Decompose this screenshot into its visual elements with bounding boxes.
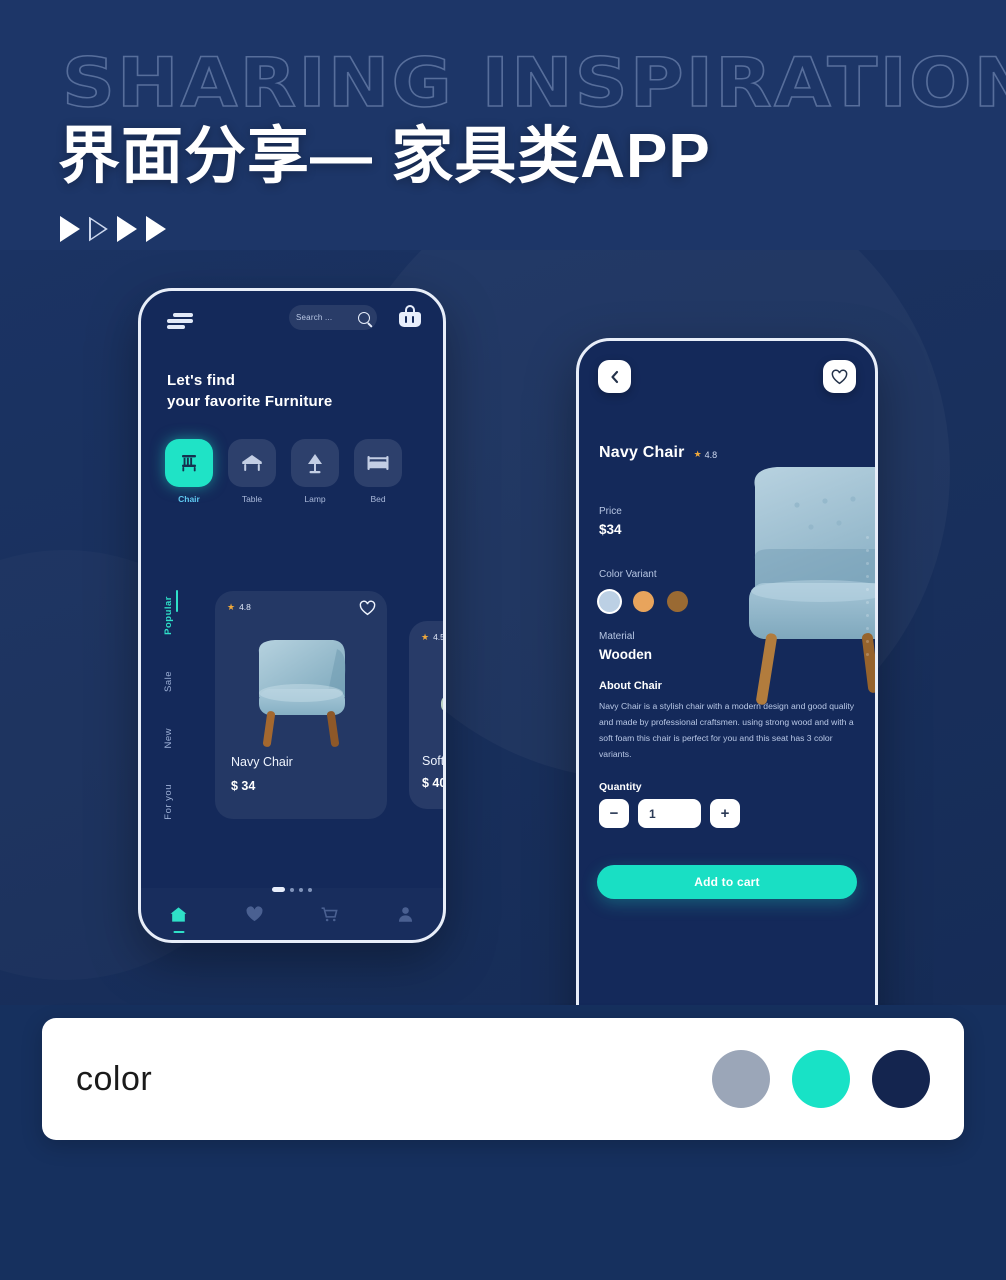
detail-product-name: Navy Chair [599, 444, 685, 461]
chevron-left-icon [610, 370, 618, 383]
hamburger-icon[interactable] [167, 313, 193, 329]
search-icon [358, 311, 370, 324]
about-text: Navy Chair is a stylish chair with a mod… [599, 701, 855, 759]
color-variant-label: Color Variant [599, 569, 657, 580]
category-bed[interactable]: Bed [354, 439, 402, 504]
profile-icon [398, 907, 412, 922]
heart-icon [246, 906, 263, 922]
side-tab-popular[interactable]: Popular [163, 596, 174, 635]
triangle-outline-icon [89, 217, 108, 242]
category-table[interactable]: Table [228, 439, 276, 504]
detail-product-image [749, 467, 875, 705]
material-label: Material [599, 631, 635, 642]
rating-value: 4.8 [239, 602, 251, 612]
detail-title-row: Navy Chair ★ 4.8 [599, 444, 717, 462]
category-chair[interactable]: Chair [165, 439, 213, 504]
quantity-label: Quantity [599, 781, 642, 793]
side-tab-list: Popular Sale New For you [163, 590, 178, 820]
home-icon [170, 906, 187, 922]
color-swatch-brown[interactable] [667, 591, 688, 612]
headline-line-2: your favorite Furniture [167, 392, 333, 410]
palette-swatch-navy[interactable] [872, 1050, 930, 1108]
phone-detail-screen: Navy Chair ★ 4.8 Price $34 Color Variant… [576, 338, 878, 1005]
add-to-cart-button[interactable]: Add to cart [597, 865, 857, 899]
palette-swatch-teal[interactable] [792, 1050, 850, 1108]
mockup-stage: Search ... Let's find your favorite Furn… [0, 250, 1006, 1005]
star-icon: ★ [421, 631, 430, 642]
bottom-navigation [141, 888, 443, 940]
rating-badge: ★ 4.5 [421, 631, 445, 642]
triangle-filled-icon [60, 216, 80, 242]
product-card-navy-chair[interactable]: ★ 4.8 Navy Chair $ 34 [215, 591, 387, 819]
nav-favorites[interactable] [241, 901, 267, 927]
page-title: 界面分享— 家具类APP [58, 122, 711, 191]
color-swatch-light-blue[interactable] [599, 591, 620, 612]
basket-icon[interactable] [399, 305, 421, 329]
product-name: Navy Chair [231, 755, 293, 769]
heart-outline-icon[interactable] [359, 600, 376, 616]
scroll-indicator[interactable] [866, 536, 869, 656]
search-placeholder: Search ... [296, 313, 333, 322]
product-image-soft-chair [441, 697, 443, 711]
heart-outline-icon [831, 369, 848, 384]
headline-line-1: Let's find [167, 372, 236, 389]
detail-rating: ★ 4.8 [694, 450, 718, 460]
active-tab-indicator [176, 590, 178, 612]
price-value: $34 [599, 522, 622, 537]
palette-title: color [76, 1059, 153, 1098]
active-nav-indicator [173, 931, 185, 933]
lamp-icon [291, 439, 339, 487]
search-input[interactable]: Search ... [289, 305, 377, 330]
cart-icon [321, 906, 338, 921]
category-list: Chair Table Lamp Bed [165, 439, 402, 504]
nav-cart[interactable] [317, 901, 343, 927]
category-label: Bed [370, 494, 386, 504]
triangle-filled-icon [117, 216, 137, 242]
phone-home-screen: Search ... Let's find your favorite Furn… [138, 288, 446, 943]
palette-swatch-list [712, 1050, 930, 1108]
app-header: Search ... [141, 291, 443, 353]
back-button[interactable] [598, 360, 631, 393]
quantity-decrease-button[interactable]: − [599, 799, 629, 828]
color-variant-list [599, 591, 688, 612]
price-label: Price [599, 506, 622, 517]
nav-profile[interactable] [392, 901, 418, 927]
bed-icon [354, 439, 402, 487]
palette-swatch-gray-blue[interactable] [712, 1050, 770, 1108]
material-value: Wooden [599, 647, 652, 662]
rating-value: 4.5 [433, 632, 445, 642]
triangle-filled-icon [146, 216, 166, 242]
category-label: Table [241, 494, 263, 504]
nav-home[interactable] [166, 901, 192, 933]
star-icon: ★ [227, 601, 236, 612]
category-label: Chair [178, 494, 200, 504]
detail-rating-value: 4.8 [704, 449, 718, 460]
quantity-increase-button[interactable]: + [710, 799, 740, 828]
product-price: $ 40 [422, 776, 446, 790]
star-icon: ★ [693, 449, 702, 459]
category-lamp[interactable]: Lamp [291, 439, 339, 504]
color-palette-bar: color [42, 1018, 964, 1140]
side-tab-new[interactable]: New [163, 728, 174, 749]
quantity-value[interactable]: 1 [638, 799, 701, 828]
top-banner: SHARING INSPIRATION 界面分享— 家具类APP [0, 0, 1006, 250]
color-swatch-orange[interactable] [633, 591, 654, 612]
side-tab-for-you[interactable]: For you [163, 784, 174, 820]
headline: Let's find your favorite Furniture [167, 371, 332, 412]
about-title: About Chair [599, 680, 662, 692]
rating-badge: ★ 4.8 [227, 602, 251, 612]
product-card-soft-chair[interactable]: ★ 4.5 Soft Chair $ 40 [409, 621, 446, 809]
table-icon [228, 439, 276, 487]
favorite-button[interactable] [823, 360, 856, 393]
chair-icon [165, 439, 213, 487]
category-label: Lamp [304, 494, 326, 504]
play-arrows-icon [60, 216, 166, 242]
quantity-stepper: − 1 + [599, 799, 740, 828]
product-price: $ 34 [231, 779, 256, 793]
product-name: Soft Chair [422, 754, 445, 768]
product-image-navy-chair [258, 640, 346, 747]
side-tab-sale[interactable]: Sale [163, 671, 174, 692]
